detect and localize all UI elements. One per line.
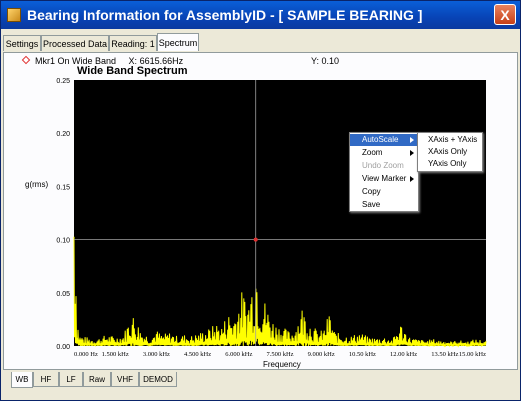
submenu-item-xaxis-only[interactable]: XAxis Only: [418, 146, 482, 158]
menu-item-view-marker[interactable]: View Marker: [350, 173, 418, 185]
x-tick-label: 13.50 kHz: [431, 351, 458, 358]
plot-area[interactable]: [74, 80, 486, 346]
x-axis-label: Frequency: [263, 360, 301, 369]
x-tick-label: 15.00 kHz: [459, 351, 486, 358]
y-tick-label: 0.25: [56, 78, 70, 85]
menu-item-undo-zoom: Undo Zoom: [362, 161, 404, 170]
spectrum-chart[interactable]: Wide Band Spectrum 0.00 0.05 0.10 0.15 0.20 0…: [1, 1, 522, 403]
x-tick-label: 6.000 kHz: [225, 351, 252, 358]
context-menu: AutoScale Zoom Undo Zoom View Marker Cop…: [349, 132, 419, 212]
autoscale-submenu: XAxis + YAxis XAxis Only YAxis Only: [417, 132, 483, 172]
tab-raw[interactable]: Raw: [83, 372, 111, 387]
y-tick-label: 0.05: [56, 291, 70, 298]
tab-demod[interactable]: DEMOD: [139, 372, 177, 387]
tab-lf[interactable]: LF: [59, 372, 83, 387]
x-tick-label: 1.500 kHz: [102, 351, 129, 358]
y-tick-label: 0.10: [56, 238, 70, 245]
x-tick-label: 12.00 kHz: [390, 351, 417, 358]
menu-item-save[interactable]: Save: [350, 199, 418, 211]
bearing-info-window: Bearing Information for AssemblyID - [ S…: [0, 0, 521, 401]
x-tick-label: 0.000 Hz: [74, 351, 98, 358]
x-tick-label: 9.000 kHz: [308, 351, 335, 358]
y-tick-label: 0.20: [56, 131, 70, 138]
submenu-item-yaxis-only[interactable]: YAxis Only: [418, 158, 482, 170]
menu-item-copy[interactable]: Copy: [350, 186, 418, 198]
marker-point: [253, 237, 258, 242]
submenu-arrow-icon: [410, 176, 414, 182]
menu-item-zoom[interactable]: Zoom: [350, 147, 418, 159]
y-tick-label: 0.15: [56, 184, 70, 191]
submenu-arrow-icon: [410, 137, 414, 143]
tab-wb[interactable]: WB: [11, 372, 33, 388]
submenu-item-xaxis-yaxis[interactable]: XAxis + YAxis: [418, 134, 482, 146]
chart-title: Wide Band Spectrum: [77, 65, 188, 77]
menu-item-autoscale[interactable]: AutoScale: [350, 134, 418, 146]
x-tick-label: 4.500 kHz: [184, 351, 211, 358]
x-tick-label: 10.50 kHz: [349, 351, 376, 358]
submenu-arrow-icon: [410, 150, 414, 156]
tab-vhf[interactable]: VHF: [111, 372, 139, 387]
y-axis-label: g(rms): [25, 180, 48, 189]
tab-hf[interactable]: HF: [33, 372, 59, 387]
x-tick-label: 3.000 kHz: [143, 351, 170, 358]
y-tick-label: 0.00: [56, 344, 70, 351]
x-tick-label: 7.500 kHz: [266, 351, 293, 358]
